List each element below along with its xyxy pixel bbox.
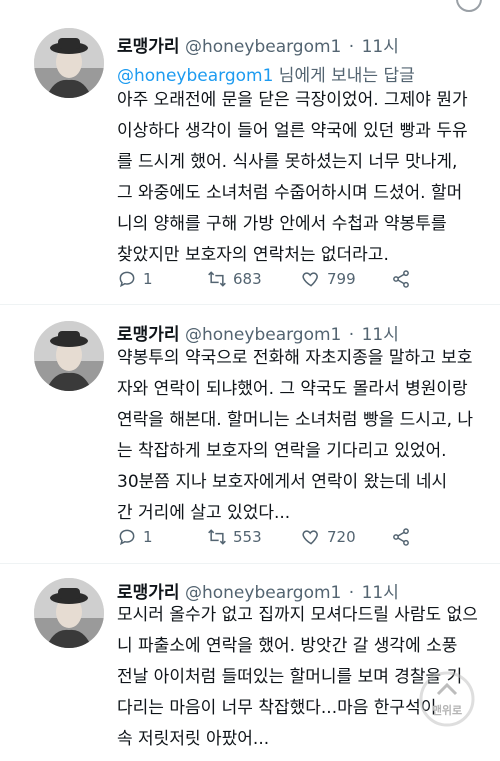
tweet-text-line: 를 드시게 했어. 식사를 못하셨는지 너무 맛나게,: [117, 152, 458, 172]
reply-count: 1: [143, 528, 153, 546]
reply-icon: [119, 529, 135, 546]
tweet-text-line: 약봉투의 약국으로 전화해 자초지종을 말하고 보호: [117, 348, 473, 368]
timestamp[interactable]: 11시: [362, 325, 399, 345]
divider: [0, 304, 500, 305]
tweet-text-line: 모시러 올수가 없고 집까지 모셔다드릴 사람도 없으: [117, 605, 478, 625]
retweet-icon: [208, 271, 226, 287]
reply-button[interactable]: 1: [117, 527, 153, 547]
author-handle[interactable]: @honeybeargom1: [185, 37, 341, 57]
share-button[interactable]: [391, 527, 411, 547]
like-count: 720: [327, 528, 356, 546]
retweet-button[interactable]: 683: [207, 269, 262, 289]
scroll-to-top-button[interactable]: 맨위로: [418, 670, 476, 728]
tweet-text-line: 간 거리에 살고 있었다...: [117, 503, 291, 523]
reply-suffix: 님에게 보내는 답글: [273, 66, 415, 86]
reply-count: 1: [143, 270, 153, 288]
separator: ·: [348, 37, 355, 57]
replying-to: @honeybeargom1 님에게 보내는 답글: [117, 61, 415, 86]
reply-mention-link[interactable]: @honeybeargom1: [117, 66, 273, 86]
author-name[interactable]: 로맹가리: [117, 325, 180, 345]
tweet-text-line: 이상하다 생각이 들어 얼른 약국에 있던 빵과 두유: [117, 121, 468, 141]
reply-button[interactable]: 1: [117, 269, 153, 289]
scroll-to-top-label: 맨위로: [431, 704, 463, 717]
retweet-count: 683: [233, 270, 262, 288]
like-button[interactable]: 799: [301, 269, 356, 289]
author-name[interactable]: 로맹가리: [117, 37, 180, 57]
retweet-icon: [208, 529, 226, 545]
share-icon: [393, 270, 409, 288]
separator: ·: [348, 325, 355, 345]
up-arrow-icon: [419, 671, 475, 727]
tweet-text-line: 그 와중에도 소녀처럼 수줍어하시며 드셨어. 할머: [117, 183, 463, 203]
divider: [0, 563, 500, 564]
tweet-text-line: 자와 연락이 되냐했어. 그 약국도 몰라서 병원이랑: [117, 379, 468, 399]
tweet-header: 로맹가리 @honeybeargom1 · 11시: [117, 32, 399, 57]
heart-icon: [302, 530, 318, 545]
timestamp[interactable]: 11시: [362, 37, 399, 57]
tweet-text: 약봉투의 약국으로 전화해 자초지종을 말하고 보호 자와 연락이 되냐했어. …: [117, 343, 487, 529]
tweet-text-line: 속 저릿저릿 아팠어...: [117, 729, 270, 749]
reply-icon: [119, 271, 135, 288]
action-bar: 1 553 720: [117, 527, 457, 551]
heart-icon: [302, 272, 318, 287]
author-handle[interactable]: @honeybeargom1: [185, 325, 341, 345]
avatar[interactable]: [34, 578, 104, 648]
retweet-count: 553: [233, 528, 262, 546]
top-cropped-bar: [0, 0, 500, 14]
share-icon: [393, 528, 409, 546]
tweet-text-line: 30분쯤 지나 보호자에게서 연락이 왔는데 네시: [117, 472, 448, 492]
action-bar: 1 683 799: [117, 269, 457, 293]
tweet-text-line: 연락을 해본대. 할머니는 소녀처럼 빵을 드시고, 나: [117, 410, 474, 430]
tweet-header: 로맹가리 @honeybeargom1 · 11시: [117, 320, 399, 345]
tweet-text-line: 는 착잡하게 보호자의 연락을 기다리고 있었어.: [117, 441, 447, 461]
avatar[interactable]: [34, 321, 104, 391]
tweet-text-line: 니 파출소에 연락을 했어. 방앗간 갈 생각에 소풍: [117, 636, 458, 656]
retweet-button[interactable]: 553: [207, 527, 262, 547]
like-button[interactable]: 720: [301, 527, 356, 547]
profile-circle-icon[interactable]: [456, 0, 482, 12]
tweet-text-line: 아주 오래전에 문을 닫은 극장이었어. 그제야 뭔가: [117, 90, 468, 110]
share-button[interactable]: [391, 269, 411, 289]
tweet-text-line: 찾았지만 보호자의 연락처는 없더라고.: [117, 245, 389, 265]
like-count: 799: [327, 270, 356, 288]
tweet-text: 아주 오래전에 문을 닫은 극장이었어. 그제야 뭔가 이상하다 생각이 들어 …: [117, 85, 487, 271]
avatar[interactable]: [34, 28, 104, 98]
tweet-text-line: 니의 양해를 구해 가방 안에서 수첩과 약봉투를: [117, 214, 447, 234]
